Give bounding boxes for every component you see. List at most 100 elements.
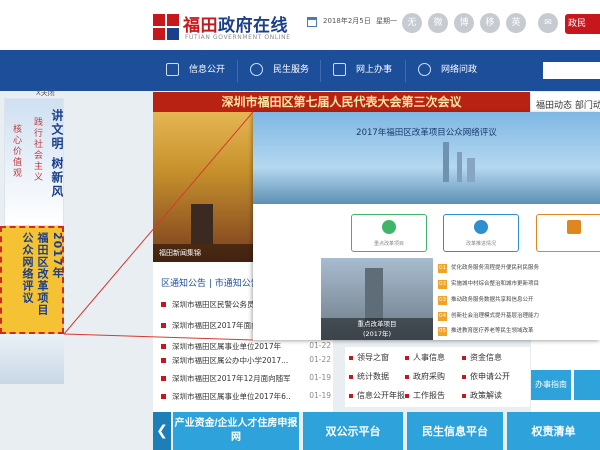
share-icon[interactable]: ✉: [538, 13, 558, 33]
link-annual-report[interactable]: 信息公开年报: [349, 390, 405, 401]
nav-label: 网上办事: [356, 65, 393, 75]
wechat-icon[interactable]: 微: [428, 13, 448, 33]
reform-evaluation-popup[interactable]: 2017年福田区改革项目公众网络评议 重点改革项目 改革推进情况 重点改革项目 (…: [253, 112, 600, 340]
link-apply-disclosure[interactable]: 依申请公开: [462, 371, 510, 382]
notice-date: 01-19: [309, 391, 331, 400]
link-work-report[interactable]: 工作报告: [405, 390, 445, 401]
notice-tabs[interactable]: 区通知公告 | 市通知公告: [161, 276, 260, 289]
popup-list-item[interactable]: 01 优化政务服务流程提升便民利民服务: [438, 260, 598, 277]
popup-photo-caption: 重点改革项目 (2017年): [321, 318, 433, 340]
reform-evaluation-banner[interactable]: 2017年 福田区改革项目 公众网络评议: [0, 226, 64, 334]
bullet-icon: [405, 355, 409, 360]
photo-banner-text: 深圳市福田区第七届人民代表大会第三次会议: [153, 92, 530, 112]
feature-progress[interactable]: 改革推进情况: [443, 214, 519, 252]
site-title-red: 福田: [183, 16, 218, 36]
nav-divider: [237, 60, 238, 82]
link-label: 领导之窗: [357, 353, 389, 362]
notice-row[interactable]: 深圳市福田区属事业单位2017年6... 01-19: [161, 388, 331, 403]
document-icon: [166, 63, 179, 76]
close-banner-link[interactable]: X关闭: [36, 88, 55, 98]
nav-item-online-services[interactable]: 网上办事: [333, 50, 392, 91]
nav-label: 民生服务: [273, 65, 310, 75]
accessibility-icon[interactable]: 无: [402, 13, 422, 33]
double-disclosure-button[interactable]: 双公示平台: [303, 412, 403, 450]
livelihood-info-button[interactable]: 民生信息平台: [407, 412, 503, 450]
feature-label: 改革推进情况: [465, 241, 496, 247]
mobile-icon[interactable]: 移: [480, 13, 500, 33]
item-title: 优化政务服务流程提升便民利民服务: [451, 265, 540, 271]
nav-label: 网络问政: [441, 65, 478, 75]
popup-list-item[interactable]: 03 推动政务服务数据共享和信息公开: [438, 292, 598, 309]
feature-label: 重点改革项目: [373, 241, 404, 247]
link-funds[interactable]: 资金信息: [462, 352, 502, 363]
link-leaders[interactable]: 领导之窗: [349, 352, 389, 363]
item-number: 02: [438, 280, 447, 289]
site-header: 福田政府在线 FUTIAN GOVERNMENT ONLINE 2018年2月5…: [0, 0, 600, 50]
talent-housing-button[interactable]: 产业资金/企业人才住房申报网: [173, 412, 299, 450]
link-statistics[interactable]: 统计数据: [349, 371, 389, 382]
reform-banner-text: 2017年 福田区改革项目 公众网络评议: [21, 232, 64, 316]
notice-row[interactable]: 深圳市福田区属事业单位2017年 01-22: [161, 338, 331, 353]
slogan-line2: 核心价值观: [11, 124, 21, 179]
location-icon: [382, 220, 396, 234]
service-more-button[interactable]: [574, 370, 600, 400]
bullet-icon: [405, 393, 409, 398]
slogan-banner[interactable]: 讲文明 树新风 践行社会主义 核心价值观: [4, 98, 64, 226]
photo-caption: 福田新闻集锦: [153, 244, 253, 262]
notice-title: 深圳市福田区属事业单位2017年6...: [172, 391, 290, 401]
nav-item-livelihood[interactable]: 民生服务: [250, 50, 309, 91]
item-number: 04: [438, 312, 447, 321]
item-title: 推动政务服务数据共享和信息公开: [451, 297, 534, 303]
service-guide-button[interactable]: 办事指南: [531, 370, 571, 400]
logo-icon[interactable]: [153, 14, 179, 40]
bullet-icon: [405, 374, 409, 379]
bullet-icon: [161, 301, 166, 307]
popup-list-item[interactable]: 05 推进教育医疗养老等民生领域改革: [438, 323, 598, 340]
popup-list-item[interactable]: 02 实施城中村综合整治和城市更新项目: [438, 276, 598, 293]
chevron-left-icon[interactable]: ❮: [153, 412, 171, 450]
notice-row[interactable]: 深圳市福田区属公办中小学2017... 01-22: [161, 352, 331, 367]
link-procurement[interactable]: 政府采购: [405, 371, 445, 382]
bullet-icon: [462, 374, 466, 379]
notice-row[interactable]: 深圳市福田区2017年12月面向随军... 01-19: [161, 370, 331, 385]
service-bar: ❮ 产业资金/企业人才住房申报网 双公示平台 民生信息平台 权责清单: [153, 412, 600, 450]
bullet-icon: [161, 393, 166, 399]
caption-line: 重点改革项目: [357, 320, 397, 328]
popup-description: [305, 164, 567, 192]
slogan-main: 讲文明 树新风: [50, 109, 64, 200]
site-title[interactable]: 福田政府在线: [183, 11, 288, 36]
notice-title: 深圳市福田区属公办中小学2017...: [172, 355, 289, 365]
site-subtitle: FUTIAN GOVERNMENT ONLINE: [185, 34, 291, 41]
popup-photo[interactable]: 重点改革项目 (2017年): [321, 258, 433, 340]
weekday-text: 星期一: [376, 17, 397, 25]
english-icon[interactable]: 英: [506, 13, 526, 33]
item-title: 推进教育医疗养老等民生领域改革: [451, 328, 534, 334]
link-label: 人事信息: [413, 353, 445, 362]
bullet-icon: [349, 393, 353, 398]
link-policy[interactable]: 政策解读: [462, 390, 502, 401]
item-title: 实施城中村综合整治和城市更新项目: [451, 281, 540, 287]
news-tabs[interactable]: 福田动态 部门动态: [536, 98, 600, 111]
main-nav: 信息公开 民生服务 网上办事 网络问政: [0, 50, 600, 91]
bullet-icon: [161, 357, 166, 363]
podium-figure: [191, 204, 213, 244]
link-label: 信息公开年报: [357, 391, 405, 400]
feature-key-projects[interactable]: 重点改革项目: [351, 214, 427, 252]
interaction-tag[interactable]: 政民: [565, 14, 600, 34]
item-number: 03: [438, 296, 447, 305]
nav-divider: [320, 60, 321, 82]
nav-label: 信息公开: [189, 65, 226, 75]
link-label: 资金信息: [470, 353, 502, 362]
search-input[interactable]: [543, 62, 600, 79]
link-personnel[interactable]: 人事信息: [405, 352, 445, 363]
power-list-button[interactable]: 权责清单: [507, 412, 600, 450]
nav-item-info-disclosure[interactable]: 信息公开: [166, 50, 225, 91]
caption-line: (2017年): [362, 330, 392, 338]
calendar-icon: [307, 17, 317, 27]
bullet-icon: [349, 355, 353, 360]
weibo-icon[interactable]: 博: [454, 13, 474, 33]
notice-date: 01-22: [309, 355, 331, 364]
item-number: 05: [438, 327, 447, 336]
feature-evaluation[interactable]: [536, 214, 600, 252]
nav-item-online-consultation[interactable]: 网络问政: [418, 50, 477, 91]
